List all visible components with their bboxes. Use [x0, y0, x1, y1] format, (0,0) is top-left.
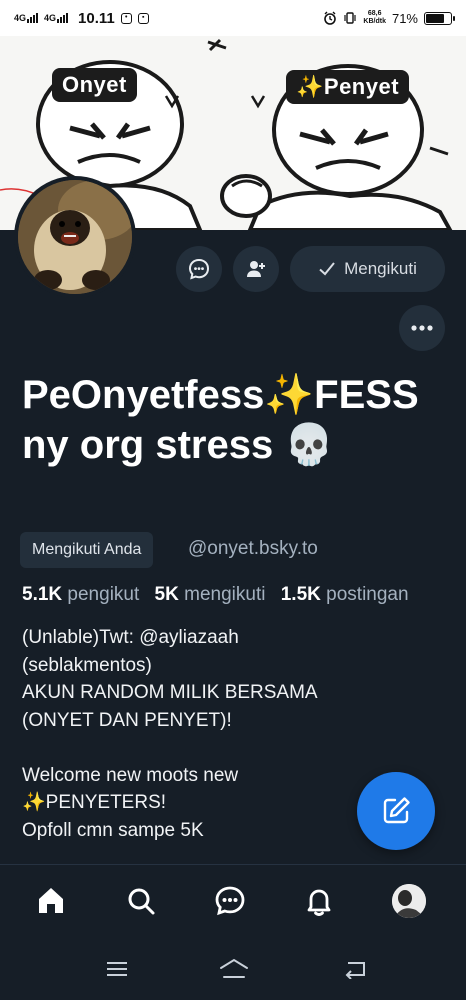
- vibrate-icon: [344, 12, 357, 24]
- compose-icon: [383, 797, 410, 824]
- more-options-button[interactable]: [399, 305, 445, 351]
- follows-you-badge: Mengikuti Anda: [20, 532, 154, 568]
- app-notification-icon: ▪: [137, 12, 149, 24]
- status-time: 10.11: [78, 9, 115, 27]
- bell-icon: [307, 889, 331, 916]
- speed-unit: KB/dtk: [363, 18, 386, 25]
- alarm-icon: [324, 11, 337, 25]
- status-right: 68,6 KB/dtk 71%: [323, 10, 455, 26]
- nav-notifications[interactable]: [301, 883, 337, 919]
- status-bar: 4G 4G 10.11 • ▪ 68,6 KB/dtk 71%: [0, 0, 466, 36]
- banner-tag-onyet: Onyet: [52, 68, 137, 102]
- recent-apps-button[interactable]: [102, 956, 132, 982]
- signal-label-2: 4G: [44, 13, 57, 23]
- display-name: PeOnyetfess✨FESSny org stress 💀: [22, 373, 419, 467]
- check-icon: [319, 262, 335, 276]
- notification-icon: •: [120, 12, 132, 24]
- battery-icon: [424, 11, 455, 25]
- nav-profile[interactable]: [391, 883, 427, 919]
- signal-icon-2: 4G: [44, 13, 69, 23]
- house-outline-icon: [220, 958, 248, 978]
- status-left: 4G 4G 10.11 • ▪: [14, 10, 149, 27]
- followers-label[interactable]: pengikut: [67, 584, 139, 605]
- system-nav-bar: [0, 938, 466, 1000]
- followers-count[interactable]: 5.1K: [22, 584, 62, 605]
- system-back-button[interactable]: [340, 956, 370, 982]
- following-count[interactable]: 5K: [155, 584, 179, 605]
- posts-label: postingan: [326, 584, 409, 605]
- banner-tag-penyet: ✨Penyet: [286, 70, 410, 104]
- ellipsis-icon: [411, 325, 433, 331]
- avatar-image: [18, 180, 132, 294]
- posts-count: 1.5K: [280, 584, 321, 605]
- search-icon: [128, 888, 155, 915]
- battery-percent: 71%: [391, 10, 418, 26]
- chat-icon: [215, 886, 245, 916]
- profile-avatar[interactable]: [14, 176, 136, 298]
- user-plus-icon: [247, 261, 265, 277]
- following-label: Mengikuti: [344, 259, 417, 278]
- profile-avatar-icon: [392, 884, 426, 918]
- monkey-photo: [18, 180, 132, 294]
- signal-label-1: 4G: [14, 13, 27, 23]
- signal-icon-1: 4G: [14, 13, 39, 23]
- speed-value: 68,6: [367, 10, 382, 17]
- profile-stats: 5.1K pengikut 5K mengikuti 1.5K postinga…: [22, 584, 409, 606]
- chat-bubble-icon: [188, 258, 210, 280]
- network-speed: 68,6 KB/dtk: [363, 10, 386, 26]
- home-icon: [39, 888, 63, 913]
- compose-button[interactable]: [357, 772, 435, 850]
- nav-home[interactable]: [33, 883, 69, 919]
- battery-fill: [426, 13, 445, 23]
- message-button[interactable]: [176, 246, 222, 292]
- user-photo: [392, 884, 426, 918]
- following-button[interactable]: Mengikuti: [290, 246, 445, 292]
- profile-handle[interactable]: @onyet.bsky.to: [188, 538, 318, 560]
- bottom-nav: [0, 864, 466, 938]
- following-stat-label[interactable]: mengikuti: [184, 584, 265, 605]
- nav-chat[interactable]: [212, 883, 248, 919]
- system-home-button[interactable]: [219, 956, 249, 982]
- add-to-list-button[interactable]: [233, 246, 279, 292]
- menu-icon: [107, 962, 127, 976]
- nav-search[interactable]: [123, 883, 159, 919]
- back-arrow-icon: [345, 962, 365, 979]
